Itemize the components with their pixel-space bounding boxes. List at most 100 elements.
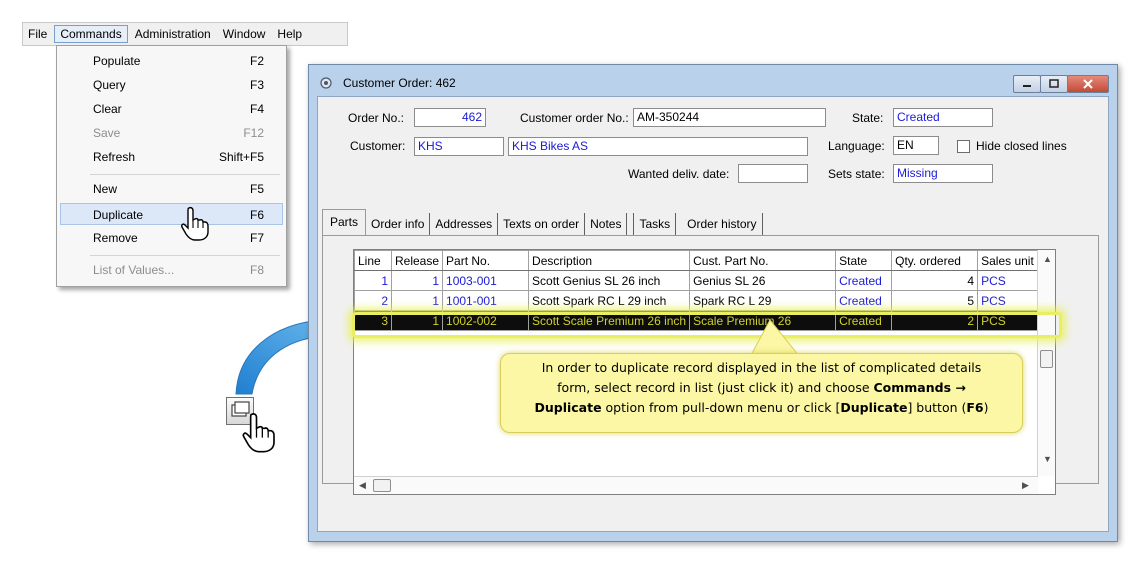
order-no-label: Order No.: [348, 111, 405, 125]
wanted-deliv-date-field[interactable] [738, 164, 808, 183]
maximize-button[interactable] [1040, 75, 1068, 93]
wanted-deliv-date-label: Wanted deliv. date: [628, 167, 730, 181]
menu-item-duplicate[interactable]: Duplicate F6 [60, 203, 283, 225]
cell-line: 2 [354, 290, 392, 311]
cell-part-no: 1002-002 [442, 310, 530, 331]
table-row-selected[interactable]: 3 1 1002-002 Scott Scale Premium 26 inch… [354, 310, 1052, 331]
column-header[interactable]: Part No. [442, 250, 530, 271]
menu-item-query[interactable]: Query F3 [60, 74, 283, 96]
tab-notes[interactable]: Notes [585, 213, 628, 235]
scroll-right-arrow-icon[interactable]: ▶ [1022, 480, 1029, 491]
menu-item-label: Populate [93, 54, 141, 68]
customer-name-field[interactable]: KHS Bikes AS [508, 137, 808, 156]
cell-state: Created [835, 290, 893, 311]
menu-item-clear[interactable]: Clear F4 [60, 98, 283, 120]
menu-item-remove[interactable]: Remove F7 [60, 227, 283, 249]
instruction-callout: In order to duplicate record displayed i… [500, 353, 1023, 433]
menu-item-save[interactable]: Save F12 [60, 122, 283, 144]
tab-order-info[interactable]: Order info [366, 213, 431, 235]
table-row[interactable]: 1 1 1003-001 Scott Genius SL 26 inch Gen… [354, 270, 1052, 291]
menu-window[interactable]: Window [218, 26, 271, 42]
menu-item-shortcut: F5 [249, 182, 264, 196]
scroll-left-arrow-icon[interactable]: ◀ [359, 480, 366, 491]
tab-strip: Parts Order info Addresses Texts on orde… [322, 209, 763, 235]
callout-bold-text: F6 [966, 400, 984, 415]
menu-administration[interactable]: Administration [130, 26, 216, 42]
menu-item-shortcut: F4 [249, 102, 264, 116]
cell-qty: 2 [891, 310, 979, 331]
callout-text: option from pull-down menu or click [ [601, 400, 841, 415]
horizontal-scroll-thumb[interactable] [373, 479, 391, 492]
hand-pointer-icon [242, 413, 275, 453]
minimize-button[interactable] [1013, 75, 1041, 93]
state-field[interactable]: Created [893, 108, 993, 127]
tab-addresses[interactable]: Addresses [430, 213, 499, 235]
scroll-up-arrow-icon[interactable]: ▲ [1043, 254, 1052, 264]
scroll-down-arrow-icon[interactable]: ▼ [1043, 454, 1052, 464]
tab-order-history[interactable]: Order history [682, 213, 763, 235]
tab-tasks[interactable]: Tasks [633, 213, 677, 235]
menu-item-shortcut: F2 [249, 54, 264, 68]
menu-help[interactable]: Help [272, 26, 307, 42]
callout-text: In order to duplicate record displayed i… [541, 360, 982, 375]
customer-order-no-label: Customer order No.: [520, 111, 629, 125]
menu-item-label: Remove [93, 231, 138, 245]
callout-line: form, select record in list (just click … [501, 378, 1022, 398]
cell-line: 1 [354, 270, 392, 291]
minimize-icon [1023, 85, 1031, 87]
vertical-scrollbar[interactable]: ▲ ▼ [1037, 250, 1055, 476]
cell-line: 3 [354, 310, 392, 331]
customer-order-no-field[interactable]: AM-350244 [633, 108, 826, 127]
cell-qty: 4 [891, 270, 979, 291]
hide-closed-lines-checkbox[interactable] [957, 140, 970, 153]
window-app-icon [320, 77, 332, 89]
commands-dropdown-menu: Populate F2 Query F3 Clear F4 Save F12 Refre… [56, 45, 287, 287]
column-header[interactable]: Cust. Part No. [689, 250, 837, 271]
menu-commands[interactable]: Commands [54, 25, 128, 43]
callout-text: ) [983, 400, 989, 415]
cell-part-no: 1001-001 [442, 290, 530, 311]
menu-item-label: Clear [93, 102, 122, 116]
order-no-field[interactable]: 462 [414, 108, 486, 127]
customer-id-field[interactable]: KHS [414, 137, 504, 156]
cell-state: Created [835, 270, 893, 291]
column-header[interactable]: Release [390, 250, 444, 271]
menu-item-label: Query [93, 78, 126, 92]
menu-item-shortcut: F8 [249, 263, 264, 277]
column-header[interactable]: Line [354, 250, 392, 271]
callout-text: ] button ( [907, 400, 967, 415]
table-row[interactable]: 2 1 1001-001 Scott Spark RC L 29 inch Sp… [354, 290, 1052, 311]
window-title-bar[interactable]: Customer Order: 462 [309, 65, 1117, 95]
cell-part-no: 1003-001 [442, 270, 530, 291]
tab-parts[interactable]: Parts [322, 209, 367, 235]
horizontal-scrollbar[interactable]: ◀ ▶ [354, 476, 1038, 494]
menu-file[interactable]: File [23, 26, 52, 42]
close-button[interactable] [1067, 75, 1109, 93]
language-field[interactable]: EN [893, 136, 939, 155]
column-header[interactable]: Qty. ordered [891, 250, 979, 271]
sets-state-field[interactable]: Missing [893, 164, 993, 183]
sets-state-label: Sets state: [828, 167, 885, 181]
callout-bold-text: Commands → [873, 380, 966, 395]
order-lines-table: Line Release Part No. Description Cust. … [354, 250, 1052, 331]
cell-cust-part-no: Spark RC L 29 [689, 290, 837, 311]
menu-item-label: List of Values... [93, 263, 175, 277]
maximize-icon [1049, 79, 1059, 88]
menu-item-populate[interactable]: Populate F2 [60, 50, 283, 72]
customer-label: Customer: [350, 139, 406, 153]
column-header[interactable]: State [835, 250, 893, 271]
menu-item-refresh[interactable]: Refresh Shift+F5 [60, 146, 283, 168]
vertical-scroll-thumb[interactable] [1040, 350, 1053, 368]
callout-text: form, select record in list (just click … [557, 380, 874, 395]
menu-item-label: Refresh [93, 150, 136, 164]
cell-release: 1 [390, 270, 444, 291]
menu-item-list-of-values[interactable]: List of Values... F8 [60, 259, 283, 281]
menu-item-new[interactable]: New F5 [60, 178, 283, 200]
column-header[interactable]: Description [528, 250, 691, 271]
menu-item-shortcut: F12 [243, 126, 264, 140]
menu-item-shortcut: F7 [249, 231, 264, 245]
menu-item-shortcut: Shift+F5 [218, 150, 264, 164]
menu-bar: File Commands Administration Window Help [22, 22, 348, 46]
tab-texts-on-order[interactable]: Texts on order [498, 213, 586, 235]
menu-separator [90, 174, 280, 175]
